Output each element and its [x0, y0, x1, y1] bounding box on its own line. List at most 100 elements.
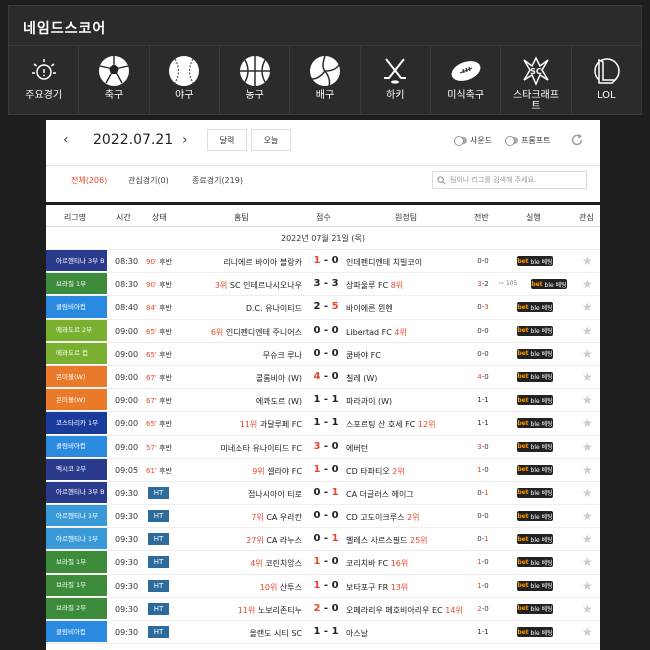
tab-favorites[interactable]: 관심경기(0) — [128, 175, 169, 186]
table-row[interactable]: 에콰도르 2부 09:00 65' 후반 6위 인디펜디엔테 주니어스 0 - … — [46, 319, 600, 343]
betting-button[interactable]: bet ble 베팅 — [517, 627, 553, 637]
favorite-star-icon[interactable]: ★ — [582, 370, 593, 384]
table-row[interactable]: 아르헨티나 1부 09:30 HT 27위 CA 라누스 0 - 1 벨레스 사… — [46, 528, 600, 552]
betting-button[interactable]: bet ble 베팅 — [517, 603, 553, 614]
away-team[interactable]: 코리치바 FC 16위 — [346, 558, 408, 569]
away-team[interactable]: 스포르팅 산 호세 FC 12위 — [346, 419, 435, 430]
favorite-star-icon[interactable]: ★ — [582, 347, 593, 361]
league-badge[interactable]: 에콰도르 2부 — [46, 319, 107, 342]
away-team[interactable]: 쿰바야 FC — [346, 350, 381, 361]
league-badge[interactable]: 아르헨티나 3부 B — [46, 481, 107, 505]
prompt-switch[interactable] — [505, 136, 518, 146]
away-team[interactable]: 아스날 — [346, 628, 368, 639]
league-badge[interactable]: 아르헨티나 1부 — [46, 528, 107, 551]
betting-button[interactable]: bet ble 베팅 — [517, 557, 553, 568]
league-badge[interactable]: 콘미볼(W) — [46, 365, 107, 389]
favorite-star-icon[interactable]: ★ — [582, 440, 593, 454]
favorite-star-icon[interactable]: ★ — [582, 579, 593, 593]
favorite-star-icon[interactable]: ★ — [582, 555, 593, 569]
away-team[interactable]: 에버턴 — [346, 443, 368, 454]
favorite-star-icon[interactable]: ★ — [582, 509, 593, 523]
betting-button[interactable]: bet ble 베팅 — [517, 371, 553, 382]
favorite-star-icon[interactable]: ★ — [582, 393, 593, 407]
league-badge[interactable]: 브라질 1부 — [46, 273, 107, 296]
table-row[interactable]: 브라질 1부 08:30 90' 후반 3위 SC 인테르나시오나우 3 - 3… — [46, 273, 600, 297]
home-team[interactable]: 11위 과달루페 FC — [240, 419, 302, 430]
table-row[interactable]: 콜럼비아컵 09:30 HT 올랜도 시티 SC 1 - 1 아스날 1-1 b… — [46, 621, 600, 645]
today-button[interactable]: 오늘 — [251, 129, 291, 151]
league-badge[interactable]: 브라질 1부 — [46, 574, 107, 597]
league-badge[interactable]: 콜럼비아컵 — [46, 296, 107, 319]
favorite-star-icon[interactable]: ★ — [582, 277, 593, 291]
away-team[interactable]: Libertad FC 4위 — [346, 327, 407, 338]
home-team[interactable]: 접나시아이 티로 — [248, 489, 302, 500]
away-team[interactable]: CD 타파티오 2위 — [346, 466, 405, 477]
betting-button[interactable]: bet ble 베팅 — [517, 256, 553, 266]
table-row[interactable]: 브라질 1부 09:30 HT 4위 코린치앙스 1 - 0 코리치바 FC 1… — [46, 551, 600, 575]
away-team[interactable]: CD 고도이크루스 2위 — [346, 512, 419, 523]
league-badge[interactable]: 아르헨티나 3부 B — [46, 250, 107, 273]
favorite-star-icon[interactable]: ★ — [582, 625, 593, 639]
league-badge[interactable]: 콜럼비아컵 — [46, 435, 107, 458]
favorite-star-icon[interactable]: ★ — [582, 324, 593, 338]
away-team[interactable]: CA 더글러스 헤이그 — [346, 489, 414, 500]
away-team[interactable]: 벨레스 사르스필드 25위 — [346, 535, 428, 546]
sport-tab-0[interactable]: 주요경기 — [9, 46, 80, 114]
league-badge[interactable]: 코스타리카 1부 — [46, 412, 107, 435]
betting-button[interactable]: bet ble 베팅 — [517, 348, 553, 359]
sport-tab-5[interactable]: 하키 — [361, 46, 431, 114]
prev-date-button[interactable]: ‹ — [63, 132, 69, 148]
table-row[interactable]: 아르헨티나 1부 09:30 HT 7위 CA 우라칸 0 - 0 CD 고도이… — [46, 505, 600, 529]
away-team[interactable]: 보타포구 FR 13위 — [346, 582, 408, 593]
table-row[interactable]: 코스타리카 1부 09:00 65' 후반 11위 과달루페 FC 1 - 1 … — [46, 412, 600, 436]
sound-toggle[interactable]: 사운드 — [454, 135, 492, 146]
table-row[interactable]: 콜럼비아컵 08:40 84' 후반 D.C. 유나이티드 2 - 5 바이에른… — [46, 296, 600, 320]
betting-button[interactable]: bet ble 베팅 — [517, 325, 553, 336]
home-team[interactable]: 6위 인디펜디엔테 주니어스 — [211, 327, 302, 338]
next-date-button[interactable]: › — [182, 132, 188, 148]
betting-button[interactable]: bet ble 베팅 — [517, 511, 553, 522]
home-team[interactable]: 미네소타 유나이티드 FC — [220, 443, 302, 454]
league-badge[interactable]: 콘미볼(W) — [46, 389, 107, 412]
home-team[interactable]: 콜롬비아 (W) — [256, 373, 302, 384]
home-team[interactable]: 무슈크 루나 — [263, 350, 302, 361]
away-team[interactable]: 인데펜디엔테 치빌코이 — [346, 257, 422, 268]
betting-button[interactable]: bet ble 베팅 — [517, 302, 553, 313]
league-badge[interactable]: 멕시코 2부 — [46, 458, 107, 481]
sport-tab-3[interactable]: 농구 — [220, 46, 291, 114]
league-badge[interactable]: 브라질 2부 — [46, 597, 107, 620]
calendar-button[interactable]: 달력 — [207, 129, 247, 151]
home-team[interactable]: 10위 산투스 — [260, 582, 302, 593]
table-row[interactable]: 브라질 2부 09:30 HT 11위 노보리존티누 2 - 0 오페라리우 페… — [46, 597, 600, 621]
favorite-star-icon[interactable]: ★ — [582, 254, 593, 268]
home-team[interactable]: 4위 코린치앙스 — [250, 558, 302, 569]
prompt-toggle[interactable]: 프롬프트 — [505, 135, 550, 146]
site-logo[interactable]: 네임드스코어 — [23, 18, 106, 38]
table-row[interactable]: 에콰도르 컵 09:00 65' 후반 무슈크 루나 0 - 0 쿰바야 FC … — [46, 342, 600, 366]
home-team[interactable]: 올랜도 시티 SC — [249, 628, 302, 639]
table-row[interactable]: 콘미볼(W) 09:00 67' 후반 에콰도르 (W) 1 - 1 파라과이 … — [46, 389, 600, 413]
league-badge[interactable]: 아르헨티나 1부 — [46, 505, 107, 528]
away-team[interactable]: 상파울루 FC 8위 — [346, 280, 403, 291]
betting-button[interactable]: bet ble 베팅 — [517, 464, 553, 475]
tab-all[interactable]: 전체(206) — [71, 175, 107, 186]
search-input[interactable] — [450, 176, 580, 184]
favorite-star-icon[interactable]: ★ — [582, 532, 593, 546]
table-row[interactable]: 콜럼비아컵 09:00 57' 후반 미네소타 유나이티드 FC 3 - 0 에… — [46, 435, 600, 459]
league-badge[interactable]: 콜럼비아컵 — [46, 621, 107, 644]
away-team[interactable]: 바이에른 뮌헨 — [346, 303, 393, 314]
tab-finished[interactable]: 종료경기(219) — [192, 175, 243, 186]
home-team[interactable]: 에콰도르 (W) — [256, 396, 302, 407]
away-team[interactable]: 파라과이 (W) — [346, 396, 392, 407]
favorite-star-icon[interactable]: ★ — [582, 463, 593, 477]
betting-button[interactable]: bet ble 베팅 — [517, 580, 553, 591]
home-team[interactable]: 리니에르 바이아 블랑카 — [223, 257, 302, 268]
home-team[interactable]: 11위 노보리존티누 — [238, 605, 302, 616]
sport-tab-6[interactable]: 미식축구 — [431, 46, 502, 114]
betting-button[interactable]: bet ble 베팅 — [517, 487, 553, 498]
away-team[interactable]: 오페라리우 페호비아리우 EC 14위 — [346, 605, 463, 616]
favorite-star-icon[interactable]: ★ — [582, 300, 593, 314]
betting-button[interactable]: bet ble 베팅 — [517, 534, 553, 545]
away-team[interactable]: 칠레 (W) — [346, 373, 377, 384]
table-row[interactable]: 콘미볼(W) 09:00 67' 후반 콜롬비아 (W) 4 - 0 칠레 (W… — [46, 365, 600, 390]
